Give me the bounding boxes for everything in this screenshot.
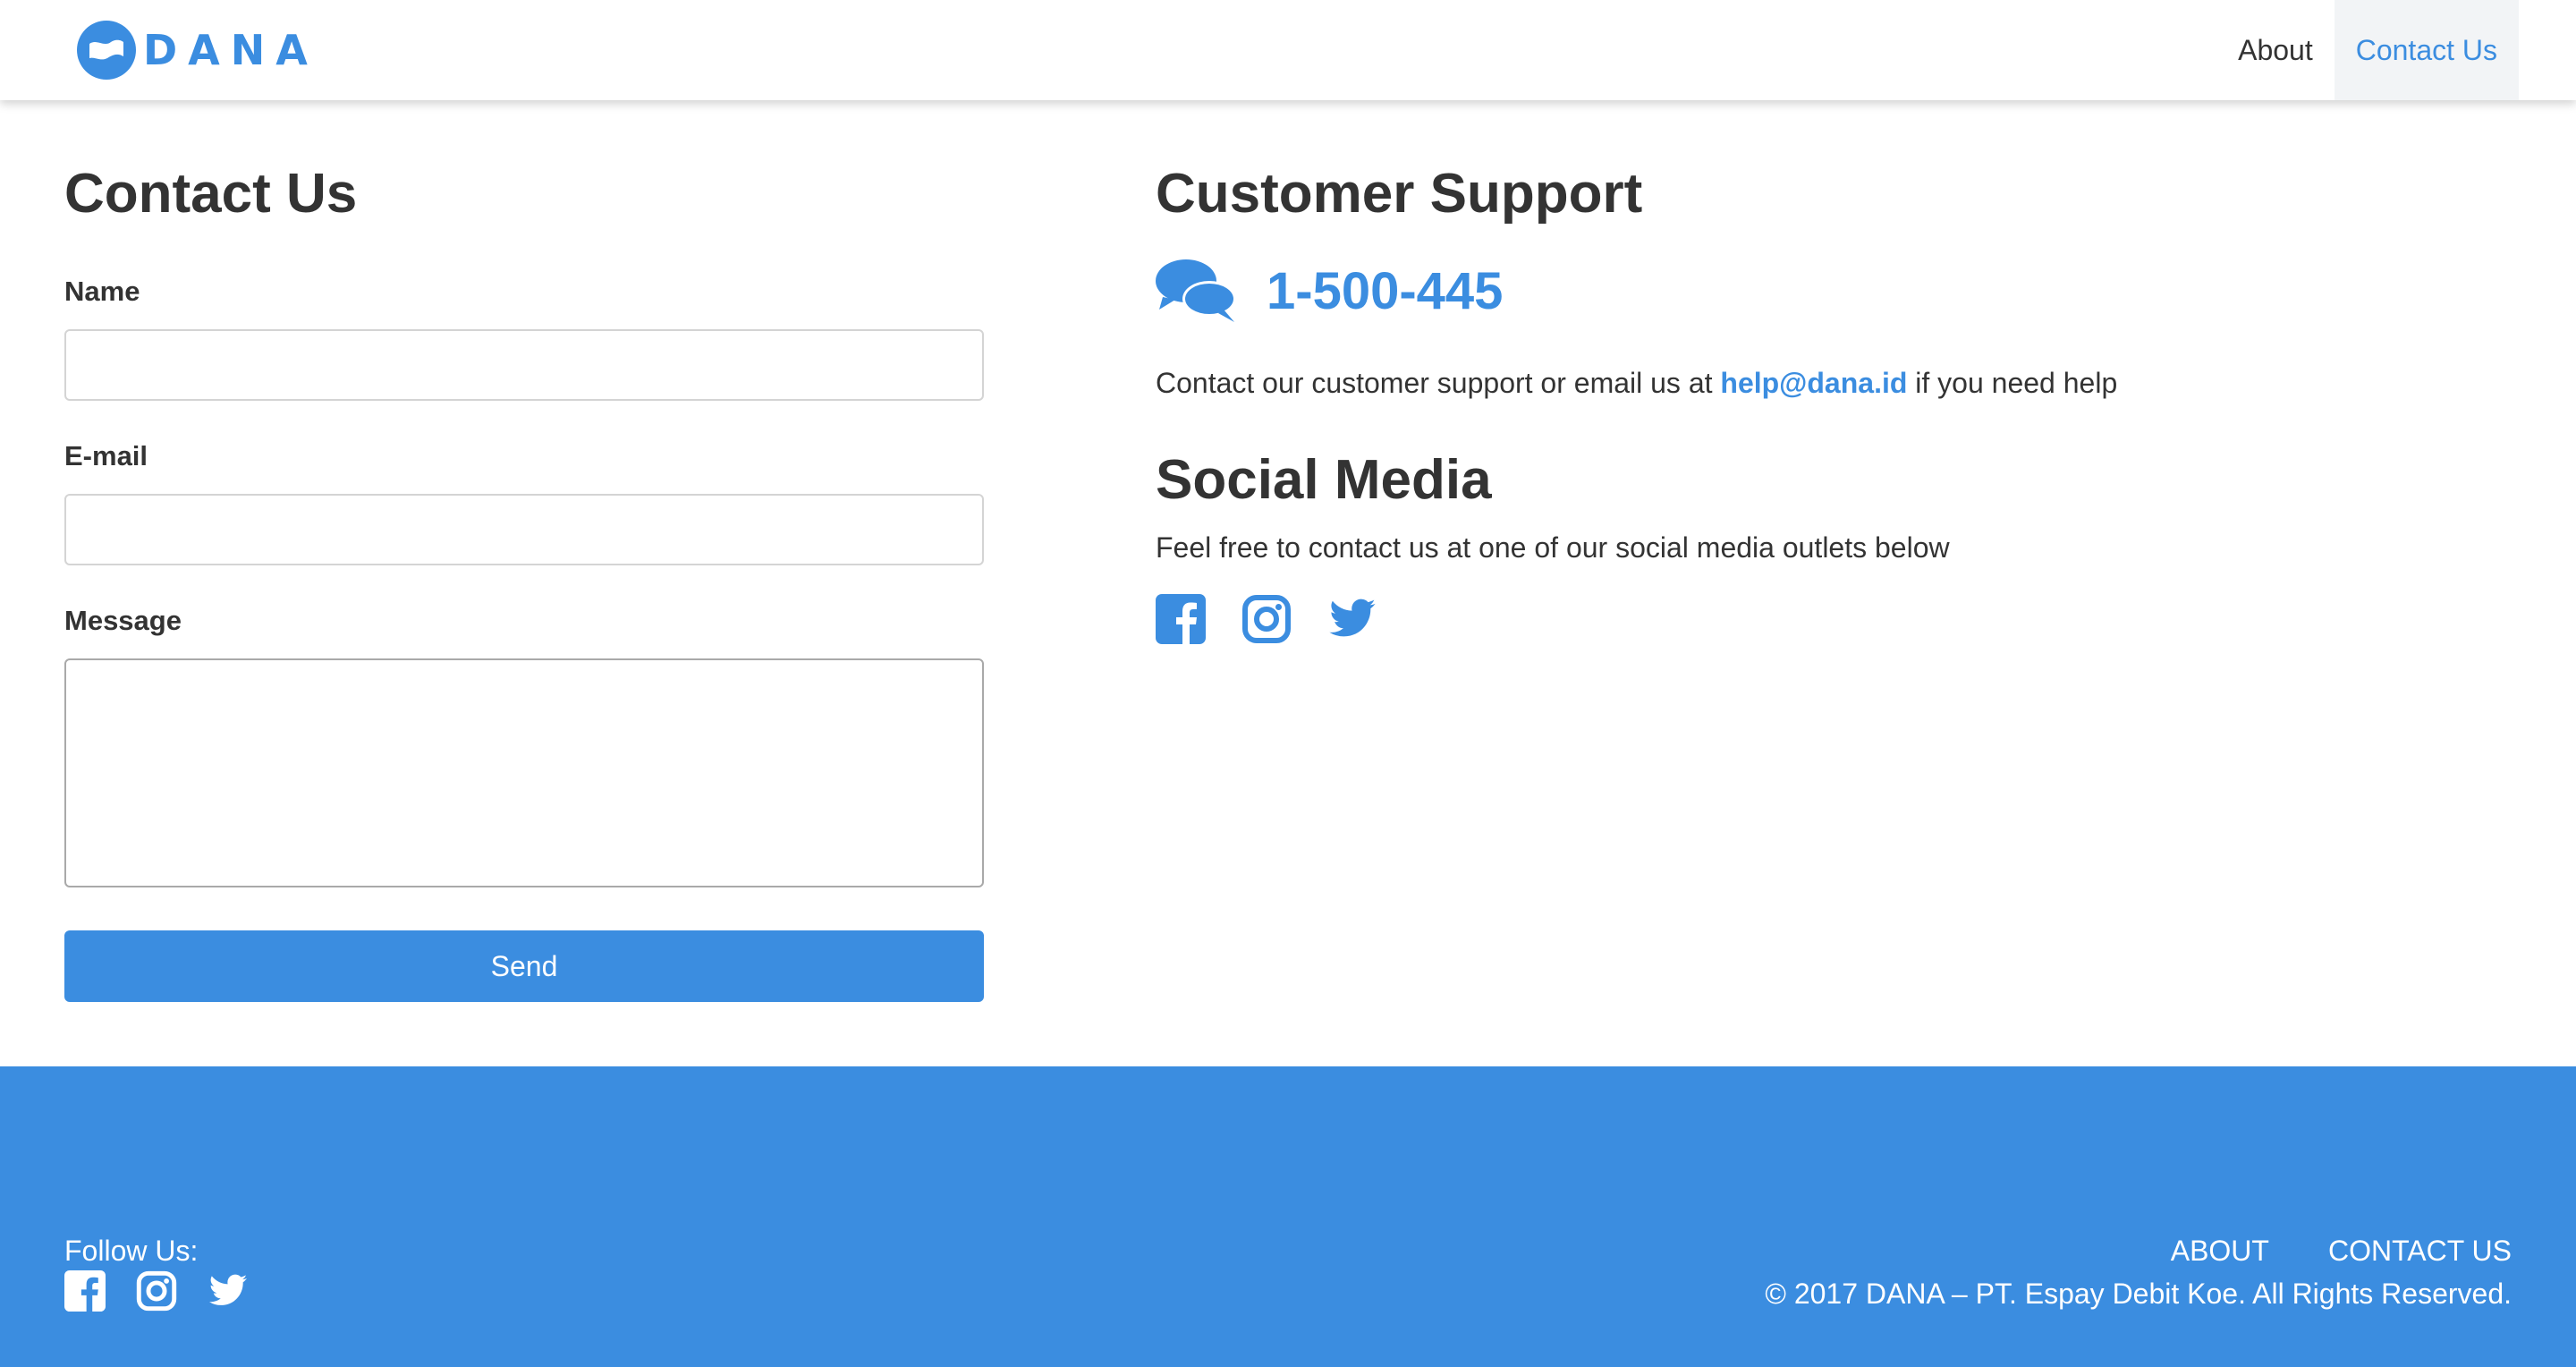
brand-logo[interactable]: DANA (77, 20, 318, 81)
dana-logo-icon (77, 21, 136, 80)
support-email-link[interactable]: help@dana.id (1720, 367, 1907, 399)
support-phone-number[interactable]: 1-500-445 (1267, 261, 1503, 321)
follow-us-label: Follow Us: (64, 1235, 199, 1267)
support-text-before: Contact our customer support or email us… (1156, 367, 1721, 399)
customer-support-title: Customer Support (1156, 163, 1643, 225)
social-media-title: Social Media (1156, 449, 1492, 511)
name-label: Name (64, 276, 140, 307)
message-textarea[interactable] (64, 658, 984, 887)
brand-name: DANA (143, 26, 318, 74)
send-button[interactable]: Send (64, 930, 984, 1002)
support-description: Contact our customer support or email us… (1156, 367, 2117, 400)
chat-bubbles-icon (1156, 259, 1236, 322)
instagram-icon[interactable] (136, 1270, 177, 1312)
footer: Follow Us: ABOUT CONTACT US © 2017 DANA … (0, 1066, 2576, 1367)
footer-link-contact-us[interactable]: CONTACT US (2328, 1235, 2512, 1268)
top-navbar: DANA About Contact Us (0, 0, 2576, 100)
contact-us-title: Contact Us (64, 163, 358, 225)
facebook-icon[interactable] (1156, 594, 1206, 644)
email-label: E-mail (64, 440, 148, 471)
nav-contact-us[interactable]: Contact Us (2334, 0, 2519, 100)
message-label: Message (64, 605, 182, 636)
copyright-text: © 2017 DANA – PT. Espay Debit Koe. All R… (1765, 1278, 2512, 1310)
support-text-after: if you need help (1907, 367, 2118, 399)
main-nav: About Contact Us (2216, 0, 2519, 100)
instagram-icon[interactable] (1241, 594, 1292, 644)
name-input[interactable] (64, 329, 984, 401)
facebook-icon[interactable] (64, 1270, 106, 1312)
footer-link-about[interactable]: ABOUT (2171, 1235, 2269, 1268)
social-media-links (1156, 594, 1413, 644)
footer-social-links (64, 1270, 279, 1312)
social-media-description: Feel free to contact us at one of our so… (1156, 531, 1950, 564)
support-phone-row: 1-500-445 (1156, 258, 1503, 324)
email-input[interactable] (64, 494, 984, 565)
nav-about[interactable]: About (2216, 0, 2334, 100)
footer-nav: ABOUT CONTACT US (2112, 1235, 2512, 1268)
twitter-icon[interactable] (208, 1270, 249, 1312)
twitter-icon[interactable] (1327, 594, 1377, 644)
